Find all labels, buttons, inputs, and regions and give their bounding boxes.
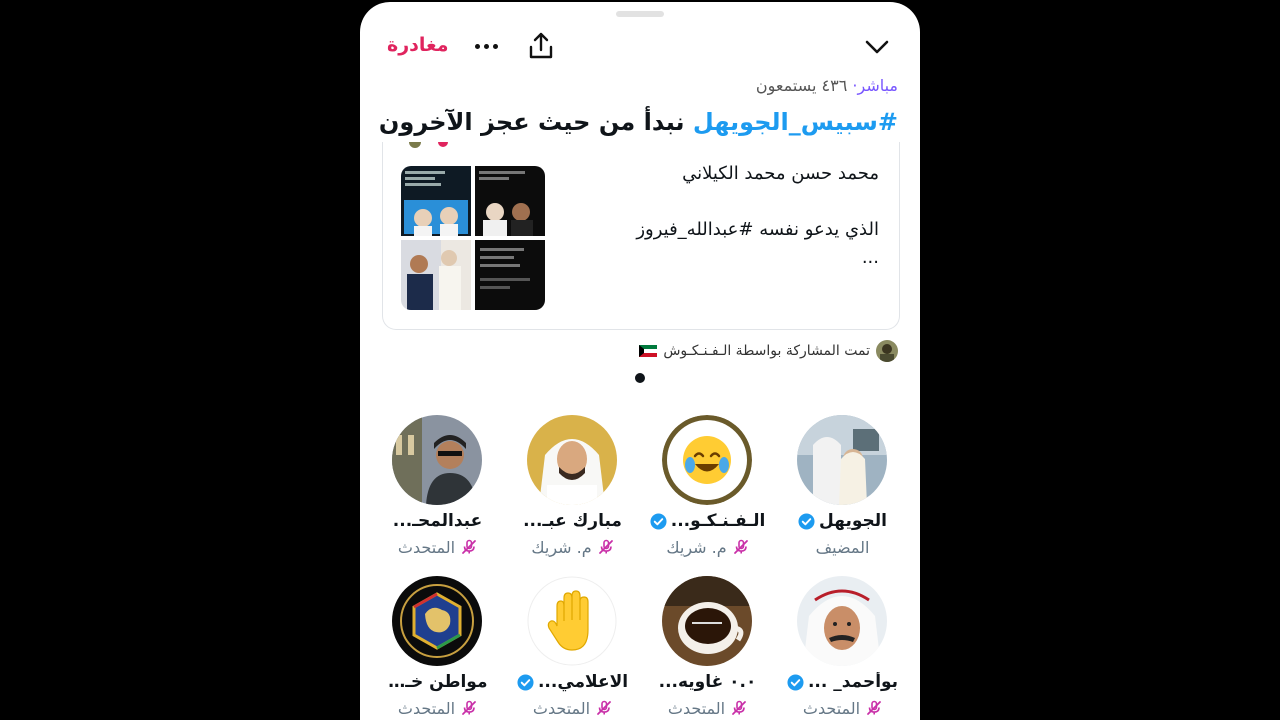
verified-badge-icon xyxy=(517,673,534,691)
speaker-role-row: م. شريك xyxy=(505,535,640,559)
speaker-name-row: مبارك عبـ... xyxy=(505,508,640,534)
media-image[interactable] xyxy=(475,166,545,236)
speaker-name: الاعلامي... xyxy=(537,672,629,692)
speaker-name: مبارك عبـ... xyxy=(523,511,622,531)
media-image[interactable] xyxy=(401,240,471,310)
pinned-tweet-card[interactable]: محمد حسن محمد الكيلاني الذي يدعو نفسه #ع… xyxy=(382,142,900,330)
speaker-card[interactable]: بوأحمد_ ... المتحدث xyxy=(775,576,910,720)
listener-count: ٤٣٦ يستمعون xyxy=(755,76,848,95)
speaker-name-row: عبدالمحـ... xyxy=(370,508,505,534)
speaker-name-row: ٠.٠ غاويه... xyxy=(640,669,775,695)
speaker-role: م. شريك xyxy=(666,537,727,557)
collapse-button[interactable] xyxy=(860,30,894,64)
verified-badge-icon xyxy=(787,673,804,691)
speaker-role: المتحدث xyxy=(532,698,591,718)
sheet-grabber[interactable] xyxy=(616,11,664,17)
speaker-name-row: الجويهل xyxy=(775,508,910,534)
mic-off-icon xyxy=(732,700,746,715)
kuwait-flag-icon xyxy=(639,345,658,357)
speaker-role: المتحدث xyxy=(802,698,861,718)
media-image[interactable] xyxy=(475,240,545,310)
phone-frame: مغادرة مباشر· ٤٣٦ يستمعون #سبيس_الجويهل … xyxy=(360,0,920,720)
speaker-role: المضيف xyxy=(815,537,870,557)
share-icon xyxy=(529,32,553,59)
mic-off-icon xyxy=(462,700,476,715)
avatar[interactable] xyxy=(392,415,482,505)
leave-button[interactable]: مغادرة xyxy=(387,34,449,56)
top-bar: مغادرة xyxy=(360,30,920,64)
tweet-line: محمد حسن محمد الكيلاني xyxy=(682,163,879,184)
mic-off-icon xyxy=(867,700,881,715)
speaker-card[interactable]: عبدالمحـ... المتحدث xyxy=(370,415,505,565)
more-options-button[interactable] xyxy=(470,30,502,62)
space-sheet: مغادرة مباشر· ٤٣٦ يستمعون #سبيس_الجويهل … xyxy=(360,2,920,720)
share-button[interactable] xyxy=(525,30,557,62)
chevron-down-icon xyxy=(865,40,889,54)
speaker-name: بوأحمد_ ... xyxy=(807,672,899,692)
shared-by-text: تمت المشاركة بواسطة الـفـنـكـوش xyxy=(663,343,870,359)
speaker-name-row: مواطن خـ... xyxy=(370,669,505,695)
raised-hand-icon xyxy=(527,576,617,666)
tweet-line: الذي يدعو نفسه #عبدالله_فيروز xyxy=(636,219,879,240)
avatar[interactable] xyxy=(662,576,752,666)
tweet-line: ... xyxy=(861,247,879,268)
avatar[interactable] xyxy=(662,415,752,505)
avatar[interactable] xyxy=(797,576,887,666)
speaker-name-row: بوأحمد_ ... xyxy=(775,669,910,695)
speaker-name: الـفـنـكـو... xyxy=(670,511,766,531)
verified-badge-icon xyxy=(798,512,815,530)
speaker-role-row: المتحدث xyxy=(505,696,640,720)
mic-off-icon xyxy=(733,539,748,554)
speaker-role-row: المتحدث xyxy=(370,696,505,720)
speaker-role-row: المتحدث xyxy=(640,696,775,720)
shared-by-row[interactable]: تمت المشاركة بواسطة الـفـنـكـوش xyxy=(639,340,898,362)
speaker-role: المتحدث xyxy=(397,537,456,557)
speaker-name-row: الاعلامي... xyxy=(505,669,640,695)
speaker-card[interactable]: الاعلامي... المتحدث xyxy=(505,576,640,720)
speaker-role-row: المتحدث xyxy=(370,535,505,559)
speaker-card[interactable]: الـفـنـكـو... م. شريك xyxy=(640,415,775,565)
sharer-avatar[interactable] xyxy=(876,340,898,362)
avatar[interactable] xyxy=(527,415,617,505)
speaker-name-row: الـفـنـكـو... xyxy=(640,508,775,534)
title-text: نبدأ من حيث عجز الآخرون xyxy=(378,108,693,136)
verified-badge-icon xyxy=(650,512,667,530)
tweet-header-strip xyxy=(409,142,448,148)
speaker-role-row: م. شريك xyxy=(640,535,775,559)
space-status: مباشر· ٤٣٦ يستمعون xyxy=(756,76,898,95)
speaker-role: م. شريك xyxy=(531,537,592,557)
speaker-role-row: المتحدث xyxy=(775,696,910,720)
mic-off-icon xyxy=(597,700,611,715)
media-image[interactable] xyxy=(401,166,471,236)
speaker-name: مواطن خـ... xyxy=(387,672,488,692)
tweet-media-grid[interactable] xyxy=(401,166,545,310)
speaker-role: المتحدث xyxy=(667,698,726,718)
page-indicator-dot xyxy=(635,373,645,383)
speaker-name: الجويهل xyxy=(819,511,887,531)
title-hashtag[interactable]: #سبيس_الجويهل xyxy=(693,108,898,136)
speaker-card[interactable]: الجويهل المضيف xyxy=(775,415,910,565)
speaker-role-row: المضيف xyxy=(775,535,910,559)
mic-off-icon xyxy=(598,539,613,554)
speaker-name: ٠.٠ غاويه... xyxy=(658,672,757,692)
avatar[interactable] xyxy=(392,576,482,666)
live-label: مباشر· xyxy=(852,76,898,95)
avatar[interactable] xyxy=(527,576,617,666)
speaker-card[interactable]: مبارك عبـ... م. شريك xyxy=(505,415,640,565)
mic-off-icon xyxy=(462,539,476,554)
space-title: #سبيس_الجويهل نبدأ من حيث عجز الآخرون xyxy=(379,108,898,136)
tweet-text: محمد حسن محمد الكيلاني الذي يدعو نفسه #ع… xyxy=(579,160,879,272)
speaker-name: عبدالمحـ... xyxy=(392,511,483,531)
speaker-card[interactable]: ٠.٠ غاويه... المتحدث xyxy=(640,576,775,720)
avatar[interactable] xyxy=(797,415,887,505)
speaker-role: المتحدث xyxy=(397,698,456,718)
speaker-card[interactable]: مواطن خـ... المتحدث xyxy=(370,576,505,720)
